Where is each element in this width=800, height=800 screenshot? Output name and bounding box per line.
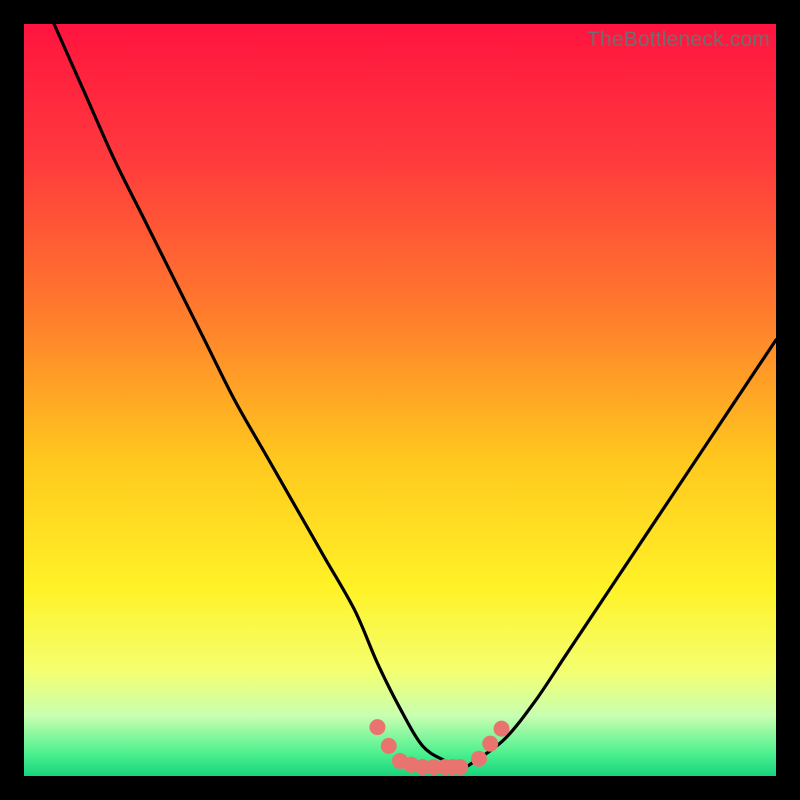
trough-marker <box>471 751 487 767</box>
trough-marker <box>482 736 498 752</box>
bottleneck-curve <box>24 24 776 776</box>
watermark-text: TheBottleneck.com <box>587 28 770 52</box>
trough-marker <box>494 721 510 737</box>
trough-marker <box>369 719 385 735</box>
trough-marker <box>452 759 468 775</box>
chart-frame: TheBottleneck.com <box>0 0 800 800</box>
trough-marker <box>381 738 397 754</box>
chart-plot-area: TheBottleneck.com <box>24 24 776 776</box>
